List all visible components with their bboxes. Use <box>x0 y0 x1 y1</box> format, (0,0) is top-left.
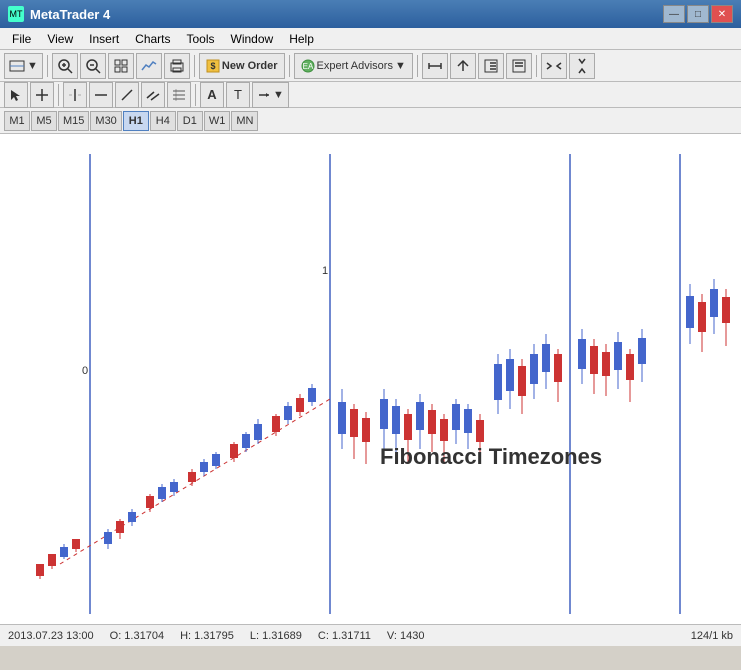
menu-bar: File View Insert Charts Tools Window Hel… <box>0 28 741 50</box>
zoom-in2-btn[interactable] <box>478 53 504 79</box>
status-bar: 2013.07.23 13:00 O: 1.31704 H: 1.31795 L… <box>0 624 741 646</box>
status-low: L: 1.31689 <box>250 630 302 642</box>
sep2 <box>194 55 195 77</box>
chart-scroll-btn[interactable] <box>422 53 448 79</box>
menu-charts[interactable]: Charts <box>127 30 178 48</box>
status-close: C: 1.31711 <box>318 630 371 642</box>
maximize-button[interactable]: □ <box>687 5 709 23</box>
window-controls: — □ ✕ <box>663 5 733 23</box>
menu-view[interactable]: View <box>39 30 81 48</box>
tf-d1[interactable]: D1 <box>177 111 203 131</box>
app-icon: MT <box>8 6 24 22</box>
sep-draw2 <box>195 84 196 106</box>
new-chart-btn[interactable]: ▼ <box>4 53 43 79</box>
auto-scroll-btn[interactable] <box>450 53 476 79</box>
svg-text:EA: EA <box>302 62 313 71</box>
svg-text:1: 1 <box>322 265 328 277</box>
sep5 <box>536 55 537 77</box>
menu-help[interactable]: Help <box>281 30 322 48</box>
zoom-in-btn[interactable] <box>52 53 78 79</box>
chart-area[interactable]: 0 1 <box>0 134 741 624</box>
zoom-out2-btn[interactable] <box>506 53 532 79</box>
svg-text:0: 0 <box>82 365 88 377</box>
compress-btn[interactable] <box>541 53 567 79</box>
status-datetime: 2013.07.23 13:00 <box>8 630 94 642</box>
indicators-btn[interactable] <box>136 53 162 79</box>
text-tool[interactable]: A <box>200 82 224 108</box>
toolbar-timeframes: M1 M5 M15 M30 H1 H4 D1 W1 MN <box>0 108 741 134</box>
menu-window[interactable]: Window <box>223 30 282 48</box>
toolbar-main: ▼ $ New Order EA Expert Advisors ▼ <box>0 50 741 82</box>
label-tool[interactable]: T <box>226 82 250 108</box>
expand-btn[interactable] <box>569 53 595 79</box>
minimize-button[interactable]: — <box>663 5 685 23</box>
status-info: 124/1 kb <box>691 630 733 642</box>
fibonacci-tool[interactable] <box>167 82 191 108</box>
title-bar: MT MetaTrader 4 — □ ✕ <box>0 0 741 28</box>
tf-m15[interactable]: M15 <box>58 111 89 131</box>
expert-advisors-btn[interactable]: EA Expert Advisors ▼ <box>294 53 413 79</box>
menu-insert[interactable]: Insert <box>81 30 127 48</box>
toolbar-drawing: A T ▼ <box>0 82 741 108</box>
tf-mn[interactable]: MN <box>231 111 258 131</box>
vline-tool[interactable] <box>63 82 87 108</box>
menu-tools[interactable]: Tools <box>179 30 223 48</box>
sep4 <box>417 55 418 77</box>
tf-h1[interactable]: H1 <box>123 111 149 131</box>
close-button[interactable]: ✕ <box>711 5 733 23</box>
trendline-tool[interactable] <box>115 82 139 108</box>
properties-btn[interactable] <box>108 53 134 79</box>
svg-text:$: $ <box>210 61 215 71</box>
tf-w1[interactable]: W1 <box>204 111 231 131</box>
status-open: O: 1.31704 <box>110 630 164 642</box>
tf-m1[interactable]: M1 <box>4 111 30 131</box>
window-title: MetaTrader 4 <box>30 7 110 22</box>
tf-m5[interactable]: M5 <box>31 111 57 131</box>
cursor-tool[interactable] <box>4 82 28 108</box>
status-high: H: 1.31795 <box>180 630 234 642</box>
arrow-tool[interactable]: ▼ <box>252 82 289 108</box>
crosshair-tool[interactable] <box>30 82 54 108</box>
status-volume: V: 1430 <box>387 630 425 642</box>
sep-draw1 <box>58 84 59 106</box>
print-btn[interactable] <box>164 53 190 79</box>
menu-file[interactable]: File <box>4 30 39 48</box>
sep3 <box>289 55 290 77</box>
tf-h4[interactable]: H4 <box>150 111 176 131</box>
tf-m30[interactable]: M30 <box>90 111 121 131</box>
zoom-out-btn[interactable] <box>80 53 106 79</box>
new-order-btn[interactable]: $ New Order <box>199 53 285 79</box>
sep1 <box>47 55 48 77</box>
channel-tool[interactable] <box>141 82 165 108</box>
hline-tool[interactable] <box>89 82 113 108</box>
